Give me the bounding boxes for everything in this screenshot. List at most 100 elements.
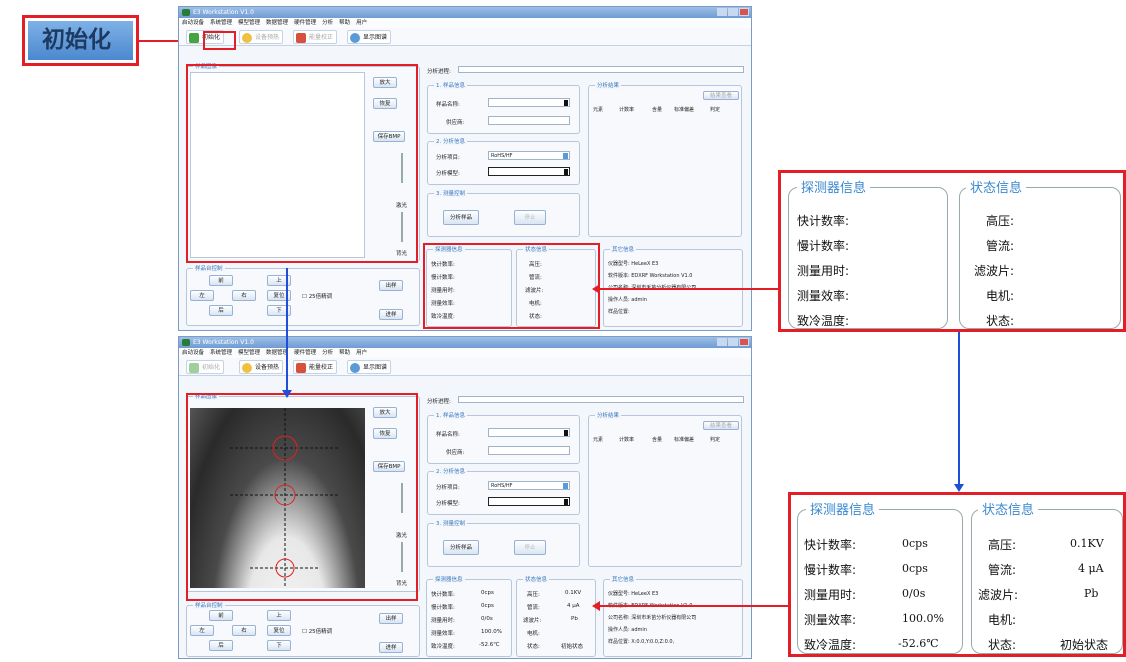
analyze-button-2[interactable]: 分析样品 xyxy=(443,540,479,555)
move-reset-button-2[interactable]: 复位 xyxy=(267,625,291,636)
move-down-button-2[interactable]: 下 xyxy=(267,640,291,651)
result-col-content: 含量 xyxy=(652,107,663,113)
supplier-input-2[interactable] xyxy=(488,446,570,455)
plug-icon-2 xyxy=(189,363,199,373)
magnifier-icon-2 xyxy=(350,363,360,373)
close-button-2[interactable] xyxy=(739,338,749,346)
analysis-group-2: 2. 分析信息 分析项目: RoHS/HF 分析模型: xyxy=(427,467,580,515)
detector-group-2: 探测器信息 快计数率: 0cps 慢计数率: 0cps 测量用时: 0/0s 测… xyxy=(426,575,512,657)
analysis-item-label: 分析项目: xyxy=(436,155,460,161)
camera-highlight xyxy=(186,64,418,263)
minimize-button-2[interactable] xyxy=(717,338,727,346)
det-slow-rate-value-2: 0cps xyxy=(481,603,494,609)
menu-help-2[interactable]: 帮助 xyxy=(339,350,350,356)
other-operator: 操作人员: admin xyxy=(608,297,647,303)
fine-tune-checkbox[interactable]: ☐ 25倍精调 xyxy=(302,292,332,300)
menu-user-2[interactable]: 用户 xyxy=(356,350,367,356)
sample-name-input-2[interactable] xyxy=(488,428,570,437)
progress-bar xyxy=(458,66,744,73)
menu-bar: 启动设备 系统管理 模型管理 数据管理 硬件管理 分析 帮助 用户 xyxy=(179,18,751,28)
move-back-button[interactable]: 后 xyxy=(209,305,233,316)
supplier-input[interactable] xyxy=(488,116,570,125)
blue-arrowhead xyxy=(282,390,292,398)
toolbar: 初始化 设备预热 能量校正 显示图谱 xyxy=(179,28,751,46)
info-highlight xyxy=(423,243,600,329)
det-fast-rate-value-2: 0cps xyxy=(481,590,494,596)
menu-start[interactable]: 启动设备 xyxy=(182,20,204,26)
analysis-item-label-2: 分析项目: xyxy=(436,485,460,491)
det-temp-2: 致冷温度: xyxy=(431,644,455,650)
minimize-button[interactable] xyxy=(717,8,727,16)
menu-start-2[interactable]: 启动设备 xyxy=(182,350,204,356)
sample-in-button-2[interactable]: 进样 xyxy=(379,642,403,653)
menu-data-2[interactable]: 数据管理 xyxy=(266,350,288,356)
menu-analysis[interactable]: 分析 xyxy=(322,20,333,26)
analysis-item-select-2[interactable]: RoHS/HF xyxy=(488,481,570,490)
show-spectrum-button-2[interactable]: 显示图谱 xyxy=(347,360,392,374)
app-icon-2 xyxy=(182,339,190,346)
init-button-highlight xyxy=(203,31,236,50)
callout-before: 探测器信息 快计数率: 慢计数率: 测量用时: 测量效率: 致冷温度: 状态信息… xyxy=(778,170,1126,332)
show-spectrum-button[interactable]: 显示图谱 xyxy=(347,30,392,44)
menu-hardware-2[interactable]: 硬件管理 xyxy=(294,350,316,356)
maximize-button-2[interactable] xyxy=(728,338,738,346)
calibrate-button-2[interactable]: 能量校正 xyxy=(293,360,338,374)
preheat-button-2[interactable]: 设备预热 xyxy=(239,360,284,374)
sample-in-button[interactable]: 进样 xyxy=(379,309,403,320)
status-hv-2: 高压: xyxy=(527,592,540,598)
callout-status-group-2: 状态信息 高压: 0.1KV 管流: 4 μA 滤波片: Pb 电机: 状态: … xyxy=(971,499,1123,654)
move-left-button[interactable]: 左 xyxy=(190,290,214,301)
sample-out-button-2[interactable]: 出样 xyxy=(379,613,403,624)
callout-hv-2: 高压: xyxy=(988,538,1017,552)
move-front-button[interactable]: 前 xyxy=(209,275,233,286)
status-current-2: 管流: xyxy=(527,605,540,611)
measure-group: 3. 测量控制 分析样品 停止 xyxy=(427,189,580,237)
move-up-button-2[interactable]: 上 xyxy=(267,610,291,621)
result-view-button-2[interactable]: 结果查看 xyxy=(703,421,739,430)
menu-help[interactable]: 帮助 xyxy=(339,20,350,26)
stop-button[interactable]: 停止 xyxy=(514,210,546,225)
callout-state-value: 初始状态 xyxy=(1060,638,1109,652)
menu-model-2[interactable]: 模型管理 xyxy=(238,350,260,356)
sample-name-input[interactable] xyxy=(488,98,570,107)
calibrate-button[interactable]: 能量校正 xyxy=(293,30,338,44)
menu-system-2[interactable]: 系统管理 xyxy=(210,350,232,356)
other-model-2: 仪器型号: HeLeeX E3 xyxy=(608,591,659,597)
result-col-std-2: 标准偏差 xyxy=(674,437,695,443)
red-arrowhead-top xyxy=(592,284,600,294)
menu-bar-2: 启动设备 系统管理 模型管理 数据管理 硬件管理 分析 帮助 用户 xyxy=(179,348,751,358)
callout-det-group: 探测器信息 快计数率: 慢计数率: 测量用时: 测量效率: 致冷温度: xyxy=(788,177,948,329)
sample-out-button[interactable]: 出样 xyxy=(379,280,403,291)
move-left-button-2[interactable]: 左 xyxy=(190,625,214,636)
analysis-model-select[interactable] xyxy=(488,167,570,176)
move-front-button-2[interactable]: 前 xyxy=(209,610,233,621)
menu-data[interactable]: 数据管理 xyxy=(266,20,288,26)
other-position-2: 样品位置: X:0.0,Y:0.0,Z:0.0, xyxy=(608,639,675,645)
callout-det-title-2: 探测器信息 xyxy=(806,499,880,518)
callout-status-title: 状态信息 xyxy=(966,177,1027,196)
result-view-button[interactable]: 结果查看 xyxy=(703,91,739,100)
move-back-button-2[interactable]: 后 xyxy=(209,640,233,651)
move-right-button[interactable]: 右 xyxy=(232,290,256,301)
analysis-item-select[interactable]: RoHS/HF xyxy=(488,151,570,160)
menu-analysis-2[interactable]: 分析 xyxy=(322,350,333,356)
callout-after: 探测器信息 快计数率: 0cps 慢计数率: 0cps 测量用时: 0/0s 测… xyxy=(788,492,1126,657)
init-button-2[interactable]: 初始化 xyxy=(186,360,225,374)
fine-tune-checkbox-2[interactable]: ☐ 25倍精调 xyxy=(302,627,332,635)
sample-name-label-2: 样品名称: xyxy=(436,432,460,438)
other-company-2: 公司名称: 深圳市禾苗分析仪器有限公司 xyxy=(608,615,697,621)
close-button[interactable] xyxy=(739,8,749,16)
analyze-button[interactable]: 分析样品 xyxy=(443,210,479,225)
analysis-model-select-2[interactable] xyxy=(488,497,570,506)
menu-model[interactable]: 模型管理 xyxy=(238,20,260,26)
analysis-model-label-2: 分析模型: xyxy=(436,501,460,507)
menu-user[interactable]: 用户 xyxy=(356,20,367,26)
menu-hardware[interactable]: 硬件管理 xyxy=(294,20,316,26)
preheat-button[interactable]: 设备预热 xyxy=(239,30,284,44)
progress-label: 分析进程: xyxy=(427,69,451,75)
stop-button-2[interactable]: 停止 xyxy=(514,540,546,555)
maximize-button[interactable] xyxy=(728,8,738,16)
menu-system[interactable]: 系统管理 xyxy=(210,20,232,26)
move-right-button-2[interactable]: 右 xyxy=(232,625,256,636)
callout-det-title: 探测器信息 xyxy=(797,177,871,196)
